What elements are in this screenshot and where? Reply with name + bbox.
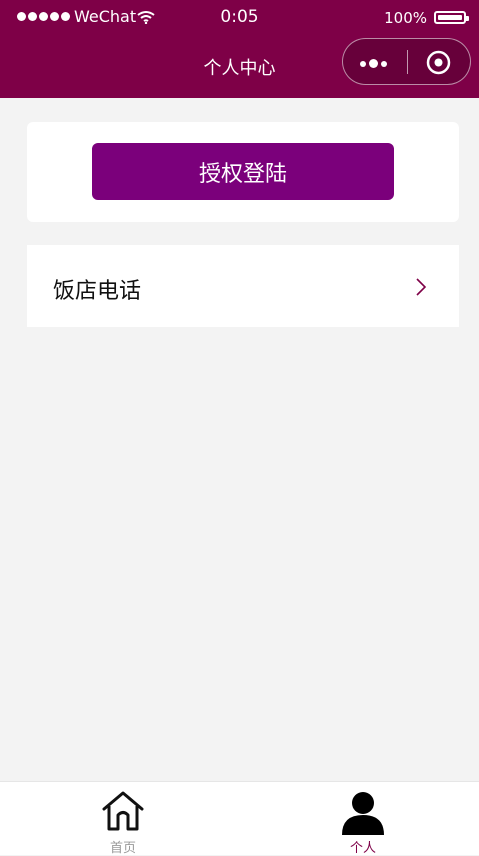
tab-home-label: 首页 [109, 841, 136, 856]
tab-profile[interactable]: 个人 [243, 782, 479, 856]
login-card: 授权登陆 [27, 122, 459, 222]
chevron-right-icon [416, 278, 427, 296]
list-item-restaurant-phone[interactable]: 饭店电话 [27, 245, 459, 327]
bottom-tab-bar: 首页 个人 [0, 781, 479, 856]
person-icon [342, 792, 384, 835]
status-bar: WeChat 0:05 100% [0, 0, 479, 36]
tab-home[interactable]: 首页 [3, 782, 243, 856]
close-miniprogram-icon[interactable] [426, 50, 451, 75]
battery-percentage: 100% [384, 9, 427, 27]
top-header: WeChat 0:05 100% 个人中心 [0, 0, 479, 98]
mini-program-capsule [342, 38, 471, 85]
home-icon [102, 791, 144, 831]
battery-icon [434, 11, 469, 24]
capsule-divider [407, 50, 408, 74]
restaurant-phone-label: 饭店电话 [53, 279, 142, 304]
authorize-login-button[interactable]: 授权登陆 [92, 143, 394, 200]
more-options-icon[interactable] [360, 59, 387, 68]
tab-profile-label: 个人 [349, 841, 376, 856]
